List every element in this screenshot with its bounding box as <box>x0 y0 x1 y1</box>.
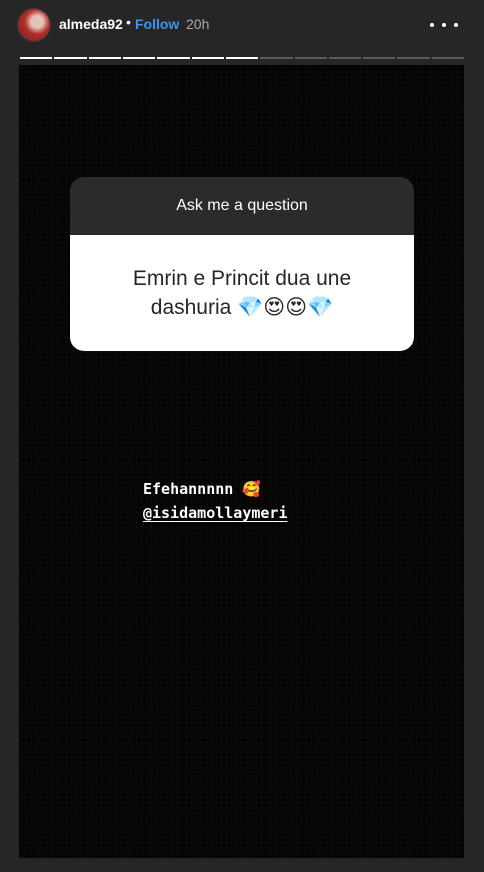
dot <box>454 23 458 27</box>
story-caption: Efehannnnn 🥰 @isidamollaymeri <box>143 477 288 525</box>
dot <box>430 23 434 27</box>
question-answer: Emrin e Princit dua une dashuria 💎😍😍💎 <box>70 235 414 351</box>
caption-text: Efehannnnn 🥰 <box>143 480 262 498</box>
username[interactable]: almeda92 <box>59 16 123 32</box>
progress-segment <box>397 57 430 59</box>
progress-segment <box>122 57 156 59</box>
dot <box>442 23 446 27</box>
progress-segment <box>328 57 362 59</box>
progress-segment <box>363 57 396 59</box>
progress-segment <box>191 57 224 59</box>
progress-segment <box>157 57 190 59</box>
more-options-icon[interactable] <box>430 14 458 36</box>
mention-link[interactable]: @isidamollaymeri <box>143 501 288 525</box>
follow-button[interactable]: Follow <box>135 16 179 32</box>
progress-segment <box>20 57 53 59</box>
progress-segment <box>88 57 121 59</box>
story-header: almeda92 • Follow 20h <box>0 0 484 52</box>
story-viewer: almeda92 • Follow 20h Ask me a question … <box>0 0 484 872</box>
progress-segment <box>260 57 293 59</box>
progress-segment <box>225 57 259 59</box>
timestamp: 20h <box>186 16 210 32</box>
question-prompt: Ask me a question <box>70 177 414 235</box>
avatar[interactable] <box>18 9 50 41</box>
progress-segment <box>294 57 327 59</box>
progress-segment <box>431 57 465 59</box>
question-sticker: Ask me a question Emrin e Princit dua un… <box>70 177 414 351</box>
progress-segment <box>54 57 87 59</box>
separator-dot: • <box>126 14 131 30</box>
story-progress-bar <box>20 57 465 59</box>
